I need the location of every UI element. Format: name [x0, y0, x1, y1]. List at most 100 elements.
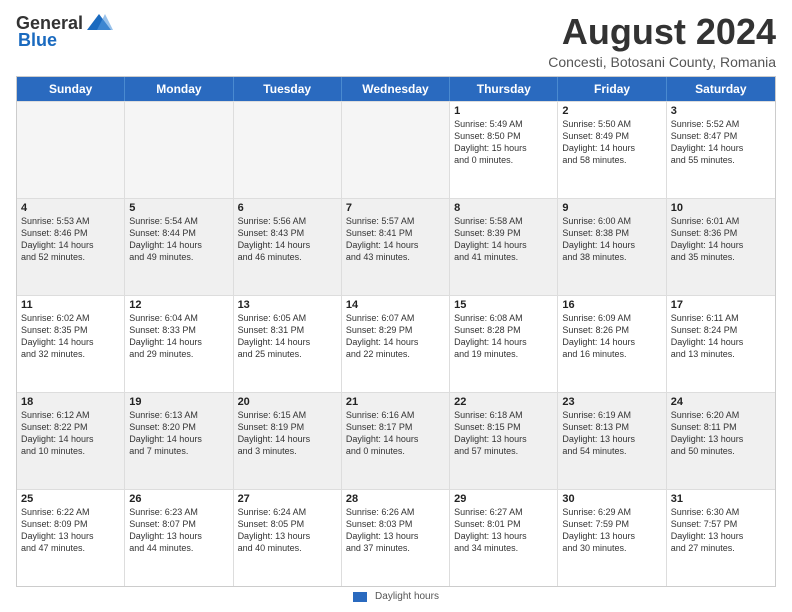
cell-text: Sunrise: 5:52 AM Sunset: 8:47 PM Dayligh…	[671, 118, 771, 167]
header: General Blue August 2024 Concesti, Botos…	[16, 12, 776, 70]
cell-text: Sunrise: 6:09 AM Sunset: 8:26 PM Dayligh…	[562, 312, 661, 361]
cell-text: Sunrise: 6:15 AM Sunset: 8:19 PM Dayligh…	[238, 409, 337, 458]
header-friday: Friday	[558, 77, 666, 101]
calendar-cell: 11Sunrise: 6:02 AM Sunset: 8:35 PM Dayli…	[17, 296, 125, 392]
cell-text: Sunrise: 6:20 AM Sunset: 8:11 PM Dayligh…	[671, 409, 771, 458]
cell-text: Sunrise: 6:04 AM Sunset: 8:33 PM Dayligh…	[129, 312, 228, 361]
cell-text: Sunrise: 5:54 AM Sunset: 8:44 PM Dayligh…	[129, 215, 228, 264]
footer-legend-box	[353, 592, 367, 602]
calendar: Sunday Monday Tuesday Wednesday Thursday…	[16, 76, 776, 587]
logo-icon	[85, 12, 113, 34]
day-number: 19	[129, 396, 228, 408]
calendar-cell: 25Sunrise: 6:22 AM Sunset: 8:09 PM Dayli…	[17, 490, 125, 586]
cell-text: Sunrise: 6:12 AM Sunset: 8:22 PM Dayligh…	[21, 409, 120, 458]
cell-text: Sunrise: 6:01 AM Sunset: 8:36 PM Dayligh…	[671, 215, 771, 264]
logo-blue-text: Blue	[18, 30, 57, 51]
cell-text: Sunrise: 6:07 AM Sunset: 8:29 PM Dayligh…	[346, 312, 445, 361]
cell-text: Sunrise: 6:16 AM Sunset: 8:17 PM Dayligh…	[346, 409, 445, 458]
calendar-row-0: 1Sunrise: 5:49 AM Sunset: 8:50 PM Daylig…	[17, 101, 775, 198]
cell-text: Sunrise: 5:53 AM Sunset: 8:46 PM Dayligh…	[21, 215, 120, 264]
cell-text: Sunrise: 6:11 AM Sunset: 8:24 PM Dayligh…	[671, 312, 771, 361]
cell-text: Sunrise: 5:58 AM Sunset: 8:39 PM Dayligh…	[454, 215, 553, 264]
day-number: 13	[238, 299, 337, 311]
calendar-cell: 18Sunrise: 6:12 AM Sunset: 8:22 PM Dayli…	[17, 393, 125, 489]
cell-text: Sunrise: 6:05 AM Sunset: 8:31 PM Dayligh…	[238, 312, 337, 361]
calendar-cell: 2Sunrise: 5:50 AM Sunset: 8:49 PM Daylig…	[558, 102, 666, 198]
calendar-cell: 28Sunrise: 6:26 AM Sunset: 8:03 PM Dayli…	[342, 490, 450, 586]
calendar-cell: 6Sunrise: 5:56 AM Sunset: 8:43 PM Daylig…	[234, 199, 342, 295]
cell-text: Sunrise: 5:57 AM Sunset: 8:41 PM Dayligh…	[346, 215, 445, 264]
cell-text: Sunrise: 5:56 AM Sunset: 8:43 PM Dayligh…	[238, 215, 337, 264]
cell-text: Sunrise: 6:02 AM Sunset: 8:35 PM Dayligh…	[21, 312, 120, 361]
calendar-cell: 10Sunrise: 6:01 AM Sunset: 8:36 PM Dayli…	[667, 199, 775, 295]
footer-label: Daylight hours	[375, 591, 439, 602]
logo: General Blue	[16, 12, 113, 51]
calendar-cell: 15Sunrise: 6:08 AM Sunset: 8:28 PM Dayli…	[450, 296, 558, 392]
cell-text: Sunrise: 6:29 AM Sunset: 7:59 PM Dayligh…	[562, 506, 661, 555]
day-number: 8	[454, 202, 553, 214]
day-number: 18	[21, 396, 120, 408]
calendar-header: Sunday Monday Tuesday Wednesday Thursday…	[17, 77, 775, 101]
calendar-cell: 19Sunrise: 6:13 AM Sunset: 8:20 PM Dayli…	[125, 393, 233, 489]
day-number: 24	[671, 396, 771, 408]
day-number: 11	[21, 299, 120, 311]
calendar-cell: 4Sunrise: 5:53 AM Sunset: 8:46 PM Daylig…	[17, 199, 125, 295]
calendar-cell: 1Sunrise: 5:49 AM Sunset: 8:50 PM Daylig…	[450, 102, 558, 198]
day-number: 21	[346, 396, 445, 408]
calendar-cell	[234, 102, 342, 198]
cell-text: Sunrise: 6:08 AM Sunset: 8:28 PM Dayligh…	[454, 312, 553, 361]
day-number: 12	[129, 299, 228, 311]
cell-text: Sunrise: 5:49 AM Sunset: 8:50 PM Dayligh…	[454, 118, 553, 167]
day-number: 15	[454, 299, 553, 311]
cell-text: Sunrise: 6:00 AM Sunset: 8:38 PM Dayligh…	[562, 215, 661, 264]
day-number: 20	[238, 396, 337, 408]
calendar-cell: 24Sunrise: 6:20 AM Sunset: 8:11 PM Dayli…	[667, 393, 775, 489]
calendar-cell: 3Sunrise: 5:52 AM Sunset: 8:47 PM Daylig…	[667, 102, 775, 198]
calendar-cell: 30Sunrise: 6:29 AM Sunset: 7:59 PM Dayli…	[558, 490, 666, 586]
day-number: 2	[562, 105, 661, 117]
calendar-cell	[17, 102, 125, 198]
header-sunday: Sunday	[17, 77, 125, 101]
calendar-cell: 9Sunrise: 6:00 AM Sunset: 8:38 PM Daylig…	[558, 199, 666, 295]
calendar-cell: 27Sunrise: 6:24 AM Sunset: 8:05 PM Dayli…	[234, 490, 342, 586]
footer-bar: Daylight hours	[353, 591, 439, 602]
header-tuesday: Tuesday	[234, 77, 342, 101]
day-number: 26	[129, 493, 228, 505]
calendar-cell: 29Sunrise: 6:27 AM Sunset: 8:01 PM Dayli…	[450, 490, 558, 586]
day-number: 31	[671, 493, 771, 505]
footer: Daylight hours	[16, 587, 776, 604]
cell-text: Sunrise: 6:18 AM Sunset: 8:15 PM Dayligh…	[454, 409, 553, 458]
page: General Blue August 2024 Concesti, Botos…	[0, 0, 792, 612]
day-number: 5	[129, 202, 228, 214]
calendar-row-4: 25Sunrise: 6:22 AM Sunset: 8:09 PM Dayli…	[17, 489, 775, 586]
calendar-cell: 12Sunrise: 6:04 AM Sunset: 8:33 PM Dayli…	[125, 296, 233, 392]
calendar-cell	[342, 102, 450, 198]
cell-text: Sunrise: 6:27 AM Sunset: 8:01 PM Dayligh…	[454, 506, 553, 555]
calendar-cell: 31Sunrise: 6:30 AM Sunset: 7:57 PM Dayli…	[667, 490, 775, 586]
header-wednesday: Wednesday	[342, 77, 450, 101]
cell-text: Sunrise: 5:50 AM Sunset: 8:49 PM Dayligh…	[562, 118, 661, 167]
calendar-cell: 20Sunrise: 6:15 AM Sunset: 8:19 PM Dayli…	[234, 393, 342, 489]
cell-text: Sunrise: 6:26 AM Sunset: 8:03 PM Dayligh…	[346, 506, 445, 555]
day-number: 25	[21, 493, 120, 505]
calendar-body: 1Sunrise: 5:49 AM Sunset: 8:50 PM Daylig…	[17, 101, 775, 586]
calendar-row-1: 4Sunrise: 5:53 AM Sunset: 8:46 PM Daylig…	[17, 198, 775, 295]
cell-text: Sunrise: 6:22 AM Sunset: 8:09 PM Dayligh…	[21, 506, 120, 555]
cell-text: Sunrise: 6:30 AM Sunset: 7:57 PM Dayligh…	[671, 506, 771, 555]
header-monday: Monday	[125, 77, 233, 101]
calendar-cell: 14Sunrise: 6:07 AM Sunset: 8:29 PM Dayli…	[342, 296, 450, 392]
cell-text: Sunrise: 6:13 AM Sunset: 8:20 PM Dayligh…	[129, 409, 228, 458]
cell-text: Sunrise: 6:24 AM Sunset: 8:05 PM Dayligh…	[238, 506, 337, 555]
calendar-cell: 5Sunrise: 5:54 AM Sunset: 8:44 PM Daylig…	[125, 199, 233, 295]
location-title: Concesti, Botosani County, Romania	[548, 54, 776, 70]
day-number: 29	[454, 493, 553, 505]
calendar-cell: 21Sunrise: 6:16 AM Sunset: 8:17 PM Dayli…	[342, 393, 450, 489]
calendar-cell: 13Sunrise: 6:05 AM Sunset: 8:31 PM Dayli…	[234, 296, 342, 392]
calendar-row-2: 11Sunrise: 6:02 AM Sunset: 8:35 PM Dayli…	[17, 295, 775, 392]
day-number: 10	[671, 202, 771, 214]
cell-text: Sunrise: 6:19 AM Sunset: 8:13 PM Dayligh…	[562, 409, 661, 458]
cell-text: Sunrise: 6:23 AM Sunset: 8:07 PM Dayligh…	[129, 506, 228, 555]
calendar-cell: 7Sunrise: 5:57 AM Sunset: 8:41 PM Daylig…	[342, 199, 450, 295]
day-number: 22	[454, 396, 553, 408]
calendar-cell: 22Sunrise: 6:18 AM Sunset: 8:15 PM Dayli…	[450, 393, 558, 489]
